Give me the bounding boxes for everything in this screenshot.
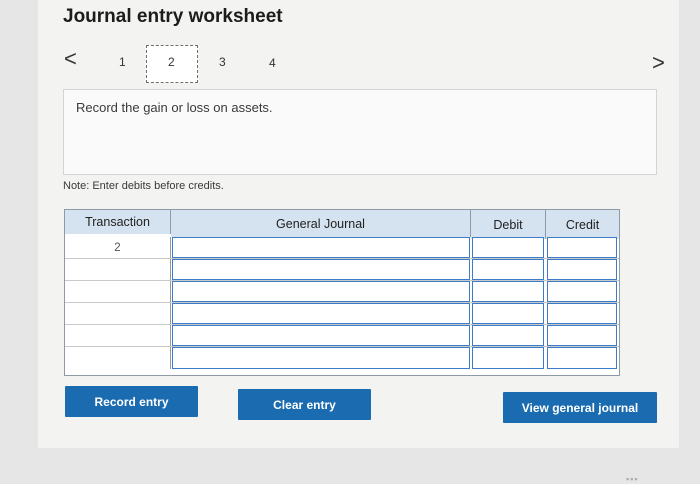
credit-input[interactable] — [547, 303, 617, 324]
record-entry-button[interactable]: Record entry — [65, 386, 198, 417]
account-input[interactable] — [172, 259, 470, 280]
credit-input[interactable] — [547, 259, 617, 280]
account-input[interactable] — [172, 237, 470, 258]
table-row — [65, 259, 619, 281]
transaction-cell — [65, 303, 171, 324]
step-3-tab[interactable]: 3 — [219, 55, 226, 69]
step-4-tab[interactable]: 4 — [269, 56, 276, 70]
step-1-tab[interactable]: 1 — [119, 55, 126, 69]
header-transaction: Transaction — [65, 210, 171, 234]
transaction-cell: 2 — [65, 237, 171, 258]
account-input[interactable] — [172, 303, 470, 324]
credit-input[interactable] — [547, 347, 617, 369]
credit-input[interactable] — [547, 325, 617, 346]
account-input[interactable] — [172, 325, 470, 346]
debit-input[interactable] — [472, 237, 544, 258]
header-credit: Credit — [546, 210, 619, 239]
account-input[interactable] — [172, 281, 470, 302]
debit-input[interactable] — [472, 281, 544, 302]
table-row — [65, 325, 619, 347]
transaction-cell — [65, 281, 171, 302]
debit-input[interactable] — [472, 347, 544, 369]
instruction-text: Record the gain or loss on assets. — [76, 100, 273, 115]
transaction-cell — [65, 325, 171, 346]
transaction-cell — [65, 347, 171, 369]
clear-entry-button[interactable]: Clear entry — [238, 389, 371, 420]
table-row — [65, 281, 619, 303]
step-2-tab[interactable]: 2 — [168, 55, 175, 69]
debit-input[interactable] — [472, 303, 544, 324]
debit-input[interactable] — [472, 325, 544, 346]
page-title: Journal entry worksheet — [63, 6, 283, 27]
credit-input[interactable] — [547, 237, 617, 258]
table-row — [65, 303, 619, 325]
more-dots-icon: ▪▪▪ — [626, 474, 639, 484]
note-text: Note: Enter debits before credits. — [63, 180, 224, 192]
prev-step-arrow-icon[interactable]: < — [64, 48, 77, 70]
table-row — [65, 347, 619, 369]
view-general-journal-button[interactable]: View general journal — [503, 392, 657, 423]
transaction-cell — [65, 259, 171, 280]
journal-table: Transaction General Journal Debit Credit… — [64, 209, 620, 376]
table-row: 2 — [65, 237, 619, 259]
header-general-journal: General Journal — [171, 210, 471, 237]
credit-input[interactable] — [547, 281, 617, 302]
header-debit: Debit — [471, 210, 546, 239]
next-step-arrow-icon[interactable]: > — [652, 52, 665, 74]
account-input[interactable] — [172, 347, 470, 369]
debit-input[interactable] — [472, 259, 544, 280]
